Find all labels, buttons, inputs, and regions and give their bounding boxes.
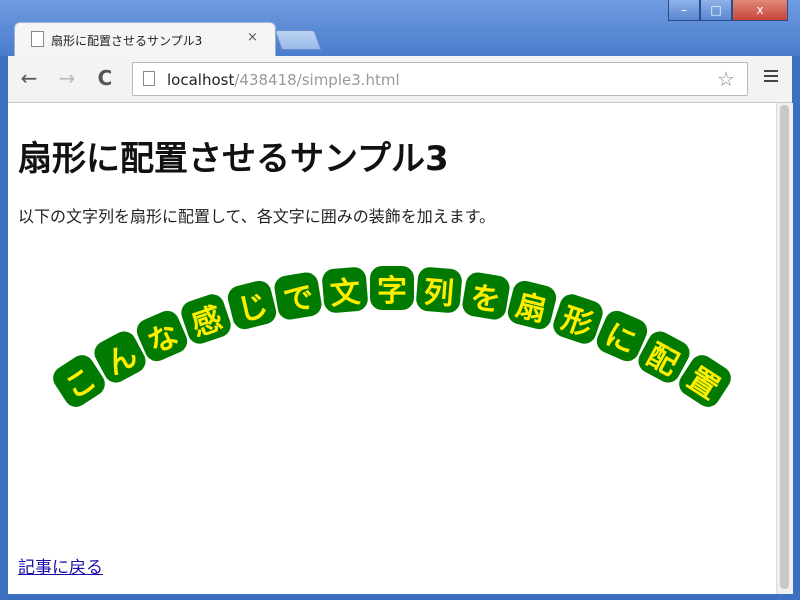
fan-char-badge: 字 xyxy=(370,266,414,310)
forward-arrow-icon[interactable]: → xyxy=(54,65,80,91)
fan-char-badge: じ xyxy=(224,278,279,333)
page-icon xyxy=(143,71,155,86)
url-text[interactable]: localhost/438418/simple3.html xyxy=(167,71,400,89)
window-controls: – □ x xyxy=(668,0,788,22)
tab-close-icon[interactable]: × xyxy=(247,30,258,45)
back-arrow-icon[interactable]: ← xyxy=(16,65,42,91)
vertical-scrollbar[interactable] xyxy=(776,103,793,594)
url-host: localhost xyxy=(167,71,235,89)
maximize-button[interactable]: □ xyxy=(700,0,732,21)
bookmark-star-icon[interactable]: ☆ xyxy=(717,67,735,91)
page-icon xyxy=(31,31,44,47)
address-bar[interactable]: localhost/438418/simple3.html ☆ xyxy=(132,62,748,96)
tab-title: 扇形に配置させるサンプル3 xyxy=(51,34,203,48)
fan-char-badge: 文 xyxy=(321,266,369,314)
browser-tab[interactable]: 扇形に配置させるサンプル3 × xyxy=(14,22,276,57)
new-tab-button[interactable] xyxy=(274,30,322,50)
page-content: 扇形に配置させるサンプル3 以下の文字列を扇形に配置して、各文字に囲みの装飾を加… xyxy=(8,103,776,594)
reload-icon[interactable]: C xyxy=(92,65,118,91)
fan-char-badge: を xyxy=(460,270,512,322)
scrollbar-thumb[interactable] xyxy=(780,105,789,589)
fan-char-badge: 扇 xyxy=(505,278,560,333)
fan-text: こんな感じで文字列を扇形に配置 xyxy=(8,103,776,594)
close-window-button[interactable]: x xyxy=(732,0,788,21)
browser-toolbar: ← → C localhost/438418/simple3.html ☆ xyxy=(8,56,792,103)
fan-char-badge: 列 xyxy=(415,266,463,314)
url-path: /438418/simple3.html xyxy=(234,71,400,89)
back-to-article-link[interactable]: 記事に戻る xyxy=(18,553,103,578)
browser-window: – □ x 扇形に配置させるサンプル3 × ← → C localhost/43… xyxy=(0,0,800,600)
menu-icon[interactable] xyxy=(764,70,778,85)
fan-char-badge: で xyxy=(272,270,324,322)
minimize-button[interactable]: – xyxy=(668,0,700,21)
